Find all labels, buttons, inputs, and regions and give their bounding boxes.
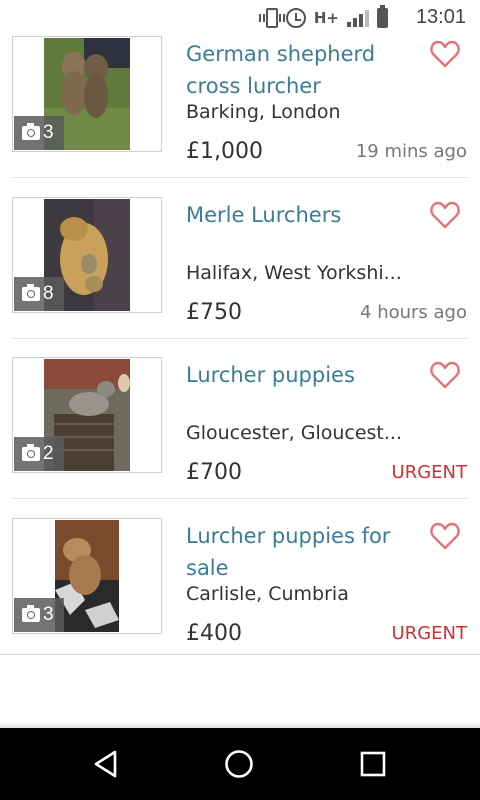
photo-count-badge: 2 (14, 437, 64, 471)
system-nav-bar (0, 728, 480, 800)
listing-price: £400 (186, 621, 242, 646)
listing-item[interactable]: 2 Lurcher puppies Gloucester, Gloucest..… (0, 321, 480, 499)
listing-photo (55, 520, 119, 632)
listing-thumbnail[interactable]: 3 (12, 518, 162, 634)
heart-icon[interactable] (430, 201, 460, 229)
photo-count: 3 (43, 122, 54, 143)
listing-thumbnail[interactable]: 8 (12, 197, 162, 313)
listing-location: Barking, London (186, 101, 341, 123)
nav-back-button[interactable] (66, 728, 146, 800)
heart-icon[interactable] (430, 522, 460, 550)
listing-title[interactable]: German shepherd cross lurcher (186, 38, 426, 102)
photo-count: 8 (43, 283, 54, 304)
alarm-icon (285, 8, 306, 28)
list-end-divider (0, 654, 480, 655)
camera-icon (22, 123, 40, 140)
heart-icon[interactable] (430, 40, 460, 68)
listing-time: 4 hours ago (360, 302, 467, 323)
camera-icon (22, 605, 40, 622)
signal-icon (347, 9, 369, 27)
listing-item[interactable]: 3 Lurcher puppies for sale Carlisle, Cum… (0, 482, 480, 646)
nav-recents-button[interactable] (333, 728, 413, 800)
photo-count-badge: 3 (14, 598, 64, 632)
listing-title[interactable]: Lurcher puppies (186, 359, 426, 391)
photo-count: 2 (43, 443, 54, 464)
status-icons: H+ (258, 5, 388, 29)
photo-count: 3 (43, 604, 54, 625)
home-circle-icon (225, 750, 253, 778)
back-triangle-icon (94, 750, 117, 778)
urgent-label: URGENT (391, 462, 467, 483)
battery-icon (377, 5, 388, 28)
urgent-label: URGENT (391, 623, 467, 644)
listing-item[interactable]: 8 Merle Lurchers Halifax, West Yorkshi..… (0, 161, 480, 339)
nav-home-button[interactable] (199, 728, 279, 800)
vibrate-icon (258, 8, 285, 28)
listing-title[interactable]: Lurcher puppies for sale (186, 520, 426, 584)
photo-count-badge: 3 (14, 116, 64, 150)
listing-time: 19 mins ago (355, 141, 467, 162)
camera-icon (22, 284, 40, 301)
status-bar: H+ 13:01 (0, 0, 480, 36)
listing-location: Halifax, West Yorkshi... (186, 262, 402, 284)
camera-icon (22, 444, 40, 461)
listing-title[interactable]: Merle Lurchers (186, 199, 426, 231)
photo-count-badge: 8 (14, 277, 64, 311)
network-type: H+ (313, 9, 339, 27)
status-time: 13:01 (415, 6, 466, 28)
listing-location: Carlisle, Cumbria (186, 583, 349, 605)
recents-square-icon (360, 751, 386, 777)
heart-icon[interactable] (430, 361, 460, 389)
listing-location: Gloucester, Gloucest... (186, 422, 403, 444)
listing-thumbnail[interactable]: 3 (12, 36, 162, 152)
listing-thumbnail[interactable]: 2 (12, 357, 162, 473)
